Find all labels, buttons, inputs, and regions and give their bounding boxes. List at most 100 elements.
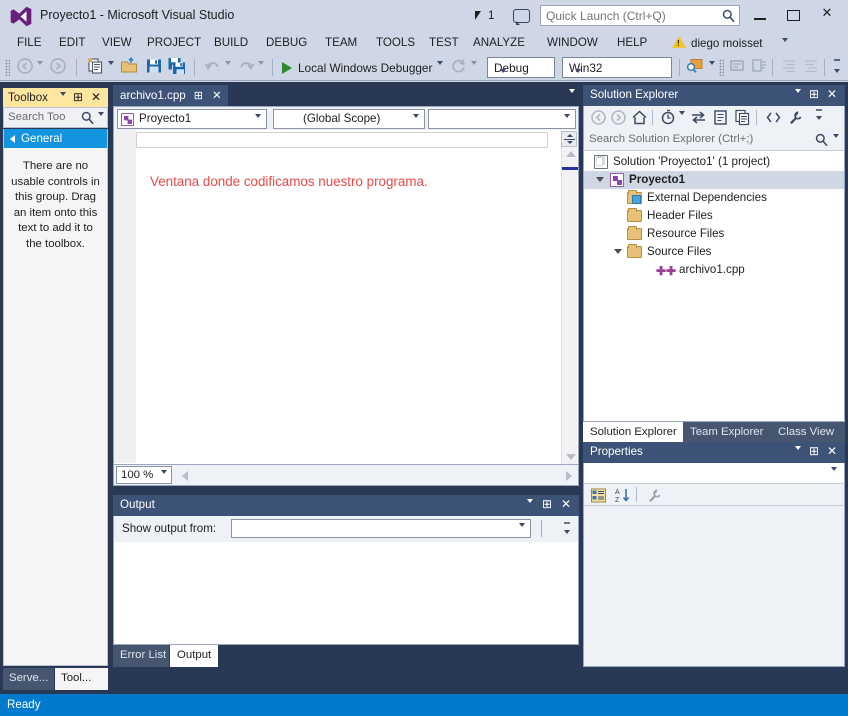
- find-dropdown-icon[interactable]: [709, 61, 715, 79]
- minimize-button[interactable]: [745, 5, 775, 27]
- pin-icon[interactable]: ⊞: [542, 497, 552, 511]
- close-icon[interactable]: ✕: [212, 90, 222, 102]
- navigate-back-icon[interactable]: [590, 109, 607, 126]
- pin-icon[interactable]: ⊞: [809, 444, 819, 458]
- property-pages-wrench-icon[interactable]: [646, 487, 663, 504]
- toolbar-grip[interactable]: [5, 59, 10, 76]
- menu-item-project[interactable]: PROJECT: [140, 33, 208, 54]
- tree-item-resource-files[interactable]: Resource Files: [584, 225, 844, 243]
- expander-triangle-icon[interactable]: [614, 249, 622, 254]
- toolbar-overflow-icon[interactable]: [830, 55, 844, 79]
- show-output-from-combo[interactable]: [231, 519, 531, 541]
- close-icon[interactable]: ✕: [827, 444, 837, 458]
- quick-launch-box[interactable]: [540, 5, 740, 26]
- quick-launch-input[interactable]: [546, 6, 711, 25]
- home-icon[interactable]: [631, 109, 648, 126]
- tree-item-external-dependencies[interactable]: External Dependencies: [584, 189, 844, 207]
- scroll-up-arrow-icon[interactable]: [566, 151, 576, 157]
- redo-icon[interactable]: [237, 57, 255, 75]
- properties-object-selector[interactable]: [583, 463, 845, 485]
- undo-icon[interactable]: [204, 57, 222, 75]
- configuration-combo[interactable]: Debug: [487, 57, 555, 78]
- tab-class-view[interactable]: Class View: [771, 422, 845, 444]
- document-tab-overflow-icon[interactable]: [569, 89, 575, 107]
- comment-selection-icon[interactable]: [728, 57, 746, 75]
- notifications-button[interactable]: 1: [475, 8, 505, 26]
- toolbox-group-general[interactable]: General: [4, 129, 107, 148]
- menu-item-window[interactable]: WINDOW: [540, 33, 605, 54]
- document-tab-archivo1-cpp[interactable]: archivo1.cpp ⊞ ✕: [113, 85, 228, 106]
- split-view-icon[interactable]: [561, 131, 577, 147]
- chevron-down-icon[interactable]: [795, 446, 801, 464]
- menu-item-build[interactable]: BUILD: [207, 33, 255, 54]
- save-icon[interactable]: [145, 57, 163, 75]
- menu-item-debug[interactable]: DEBUG: [259, 33, 314, 54]
- close-icon[interactable]: ✕: [561, 497, 571, 511]
- toolbar-grip-2[interactable]: [719, 59, 724, 76]
- uncomment-selection-icon[interactable]: [750, 57, 768, 75]
- maximize-button[interactable]: [778, 5, 808, 27]
- tree-item-archivo1-cpp[interactable]: ✚✚ archivo1.cpp: [584, 261, 844, 279]
- save-all-icon[interactable]: [168, 57, 186, 75]
- menu-item-view[interactable]: VIEW: [95, 33, 139, 54]
- code-editor-surface[interactable]: Ventana donde codificamos nuestro progra…: [113, 130, 579, 465]
- open-file-icon[interactable]: [120, 57, 138, 75]
- pin-icon[interactable]: ⊞: [73, 90, 83, 104]
- menu-item-edit[interactable]: EDIT: [52, 33, 92, 54]
- chevron-down-icon[interactable]: [527, 499, 533, 517]
- nav-scope-combo[interactable]: (Global Scope): [273, 109, 425, 131]
- navigate-forward-icon[interactable]: [610, 109, 627, 126]
- view-code-icon[interactable]: [765, 109, 782, 126]
- scroll-right-arrow-icon[interactable]: [566, 471, 572, 481]
- zoom-level-combo[interactable]: 100 %: [116, 466, 172, 486]
- chevron-down-icon[interactable]: [98, 112, 104, 130]
- sync-with-active-document-icon[interactable]: [690, 109, 707, 126]
- output-text-area[interactable]: [113, 542, 579, 645]
- tab-solution-explorer[interactable]: Solution Explorer: [583, 422, 683, 444]
- close-icon[interactable]: ✕: [91, 90, 101, 104]
- properties-grid[interactable]: [583, 506, 845, 667]
- menu-item-test[interactable]: TEST: [422, 33, 466, 54]
- toolbar-overflow-icon[interactable]: [561, 519, 573, 539]
- refresh-icon[interactable]: [450, 57, 468, 75]
- expander-triangle-icon[interactable]: [596, 177, 604, 182]
- filter-dropdown-icon[interactable]: [679, 111, 685, 129]
- tab-output[interactable]: Output: [170, 645, 218, 667]
- decrease-indent-icon[interactable]: [802, 57, 820, 75]
- pin-icon[interactable]: ⊞: [809, 87, 819, 101]
- menu-item-team[interactable]: TEAM: [318, 33, 364, 54]
- tab-toolbox[interactable]: Tool...: [55, 668, 108, 690]
- chevron-down-icon[interactable]: [833, 134, 839, 152]
- menu-item-file[interactable]: FILE: [10, 33, 48, 54]
- navigate-back-icon[interactable]: [16, 57, 34, 75]
- find-in-files-icon[interactable]: [686, 57, 704, 75]
- scroll-left-arrow-icon[interactable]: [182, 471, 188, 481]
- pending-changes-filter-icon[interactable]: [660, 109, 677, 126]
- pin-icon[interactable]: ⊞: [194, 90, 203, 102]
- solution-explorer-search-box[interactable]: Search Solution Explorer (Ctrl+;): [583, 130, 845, 152]
- collapse-all-icon[interactable]: [712, 109, 729, 126]
- menu-item-help[interactable]: HELP: [610, 33, 654, 54]
- navigate-forward-icon[interactable]: [49, 57, 67, 75]
- redo-dropdown-icon[interactable]: [258, 61, 264, 79]
- new-item-dropdown-icon[interactable]: [108, 61, 114, 79]
- start-debugging-button[interactable]: Local Windows Debugger: [298, 61, 432, 75]
- editor-vertical-scrollbar[interactable]: [561, 131, 578, 464]
- show-all-files-icon[interactable]: [734, 109, 751, 126]
- chevron-down-icon[interactable]: [795, 89, 801, 107]
- navigate-back-dropdown-icon[interactable]: [37, 61, 43, 79]
- alphabetical-sort-icon[interactable]: A Z: [614, 487, 631, 504]
- tree-item-solution[interactable]: Solution 'Proyecto1' (1 project): [584, 153, 844, 171]
- properties-wrench-icon[interactable]: [787, 109, 804, 126]
- menu-item-tools[interactable]: TOOLS: [369, 33, 422, 54]
- play-triangle-icon[interactable]: [282, 62, 292, 74]
- feedback-speech-bubble-icon[interactable]: [513, 9, 530, 25]
- new-item-icon[interactable]: [87, 57, 105, 75]
- close-icon[interactable]: ✕: [827, 87, 837, 101]
- tab-server-explorer[interactable]: Serve...: [3, 668, 54, 690]
- increase-indent-icon[interactable]: [780, 57, 798, 75]
- tree-item-source-files[interactable]: Source Files: [584, 243, 844, 261]
- nav-project-combo[interactable]: Proyecto1: [117, 109, 267, 131]
- undo-dropdown-icon[interactable]: [225, 61, 231, 79]
- tab-error-list[interactable]: Error List: [113, 645, 169, 667]
